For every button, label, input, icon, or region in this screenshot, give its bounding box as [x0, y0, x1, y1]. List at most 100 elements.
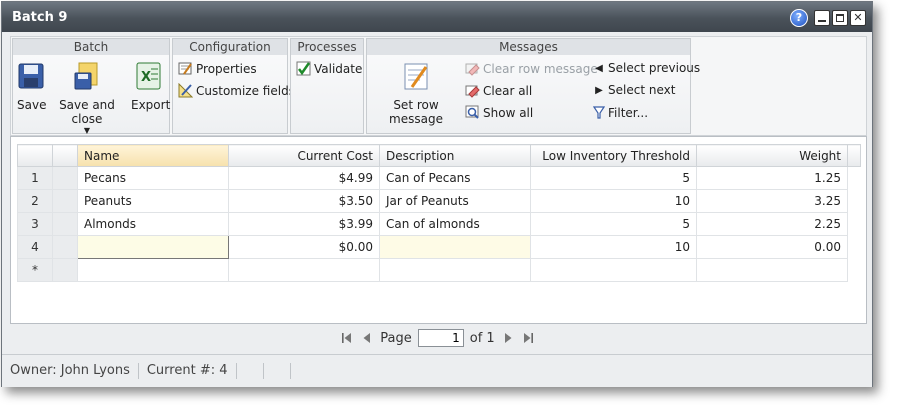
row-selector[interactable] [52, 235, 78, 259]
save-and-close-button[interactable]: Save and close ▼ [49, 61, 125, 136]
cell-weight[interactable]: 1.25 [696, 166, 848, 190]
cell-description[interactable]: Jar of Peanuts [379, 189, 531, 213]
ribbon-toolbar: Batch Save Save and close ▼ X Export Con… [10, 36, 867, 136]
rownum-header [17, 144, 53, 167]
properties-label: Properties [196, 61, 257, 76]
window-title: Batch 9 [12, 10, 68, 25]
show-all-label: Show all [483, 105, 534, 120]
cell-threshold[interactable]: 5 [530, 166, 697, 190]
column-header-weight[interactable]: Weight [696, 144, 848, 167]
current-label: Current #: [146, 363, 216, 378]
export-button[interactable]: X Export [131, 61, 170, 112]
previous-page-icon[interactable] [360, 331, 374, 345]
cell-current-cost[interactable]: $3.99 [228, 212, 380, 236]
messages-group: Messages Set row message Clear row messa… [366, 38, 700, 134]
cell-name[interactable]: Peanuts [77, 189, 229, 213]
row-selector[interactable] [52, 258, 78, 282]
triangle-right-icon: ▶ [595, 84, 603, 96]
filler-cell [848, 167, 861, 190]
column-header-description[interactable]: Description [379, 144, 531, 167]
row-number[interactable]: 3 [17, 212, 53, 236]
cell-description[interactable]: Can of Pecans [379, 166, 531, 190]
cell-current-cost[interactable]: $4.99 [228, 166, 380, 190]
eraser-icon [465, 63, 480, 76]
close-button[interactable]: ✕ [850, 10, 866, 26]
new-row-marker[interactable]: * [17, 258, 53, 282]
cell-threshold[interactable]: 10 [530, 189, 697, 213]
cell-description[interactable] [379, 258, 531, 282]
header-row: Name Current Cost Description Low Invent… [17, 144, 861, 167]
set-row-message-label: Set row message [389, 98, 443, 126]
row-number[interactable]: 4 [17, 235, 53, 259]
cell-threshold[interactable]: 5 [530, 212, 697, 236]
select-next-button[interactable]: ▶ Select next [593, 83, 675, 97]
row-number[interactable]: 2 [17, 189, 53, 213]
cell-current-cost[interactable]: $0.00 [228, 235, 380, 259]
filler-cell [848, 259, 861, 282]
column-header-current-cost[interactable]: Current Cost [228, 144, 380, 167]
data-table: Name Current Cost Description Low Invent… [17, 144, 861, 282]
cell-name[interactable]: Pecans [77, 166, 229, 190]
cell-weight[interactable] [696, 258, 848, 282]
filler-cell [848, 236, 861, 259]
help-icon[interactable]: ? [790, 9, 808, 27]
table-row[interactable]: 1 Pecans $4.99 Can of Pecans 5 1.25 [17, 166, 861, 190]
show-all-button[interactable]: Show all [465, 105, 533, 120]
maximize-button[interactable] [832, 10, 848, 26]
cell-description[interactable] [379, 235, 531, 259]
filter-button[interactable]: Filter... [593, 105, 648, 120]
cell-weight[interactable]: 0.00 [696, 235, 848, 259]
column-header-threshold[interactable]: Low Inventory Threshold [530, 144, 697, 167]
validate-label: Validate [314, 61, 363, 76]
cell-weight[interactable]: 2.25 [696, 212, 848, 236]
next-page-icon[interactable] [501, 331, 515, 345]
cell-name[interactable]: Almonds [77, 212, 229, 236]
save-and-close-label: Save and close [59, 98, 115, 126]
validate-button[interactable]: Validate [296, 61, 362, 76]
processes-group-header: Processes [291, 39, 363, 55]
select-previous-button[interactable]: ◀ Select previous [593, 61, 700, 75]
row-selector[interactable] [52, 212, 78, 236]
cell-name[interactable] [77, 258, 229, 282]
clear-all-button[interactable]: Clear all [465, 83, 532, 98]
cell-current-cost[interactable]: $3.50 [228, 189, 380, 213]
current-status: Current #: 4 [139, 363, 237, 379]
cell-description[interactable]: Can of almonds [379, 212, 531, 236]
page-label: Page [380, 330, 412, 346]
filter-label: Filter... [608, 105, 649, 120]
excel-icon: X [136, 62, 161, 90]
current-value: 4 [219, 363, 228, 378]
cell-current-cost[interactable] [228, 258, 380, 282]
cell-name-editing[interactable] [77, 235, 229, 259]
batch-group-header: Batch [13, 39, 169, 55]
clear-all-label: Clear all [483, 83, 533, 98]
set-row-message-button[interactable]: Set row message [371, 61, 461, 126]
chevron-down-icon[interactable]: ▼ [49, 126, 125, 136]
table-row[interactable]: 3 Almonds $3.99 Can of almonds 5 2.25 [17, 212, 861, 236]
row-selector[interactable] [52, 189, 78, 213]
batch-grid: Name Current Cost Description Low Invent… [10, 136, 867, 324]
minimize-button[interactable] [814, 10, 830, 26]
cell-weight[interactable]: 3.25 [696, 189, 848, 213]
messages-group-header: Messages [367, 39, 690, 55]
clear-row-message-button[interactable]: Clear row message [465, 61, 598, 76]
row-selector[interactable] [52, 166, 78, 190]
table-row[interactable]: 2 Peanuts $3.50 Jar of Peanuts 10 3.25 [17, 189, 861, 213]
save-button[interactable]: Save [17, 61, 47, 112]
properties-icon [178, 62, 192, 75]
table-row-active[interactable]: 4 $0.00 10 0.00 [17, 235, 861, 259]
new-row[interactable]: * [17, 258, 861, 282]
configuration-group: Configuration Properties Customize field… [172, 38, 295, 134]
page-count-label: of 1 [469, 330, 495, 346]
row-number[interactable]: 1 [17, 166, 53, 190]
first-page-icon[interactable] [340, 331, 354, 345]
column-header-name[interactable]: Name [77, 144, 229, 167]
cell-threshold[interactable] [530, 258, 697, 282]
processes-group: Processes Validate [290, 38, 364, 134]
last-page-icon[interactable] [521, 331, 535, 345]
page-number-input[interactable] [417, 329, 464, 347]
cell-threshold[interactable]: 10 [530, 235, 697, 259]
customize-fields-button[interactable]: Customize fields [178, 83, 295, 98]
save-label: Save [17, 98, 47, 112]
properties-button[interactable]: Properties [178, 61, 257, 76]
